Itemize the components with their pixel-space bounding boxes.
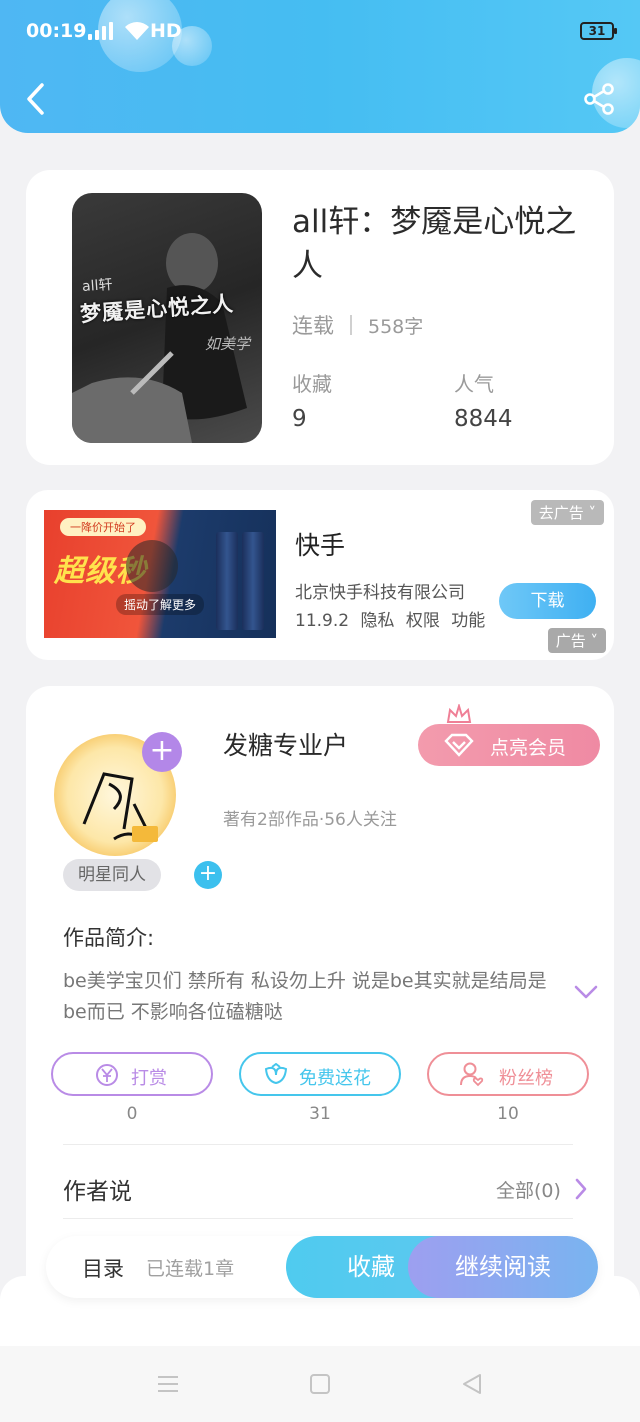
ad-image-shake: 摇动了解更多 xyxy=(116,594,205,615)
author-says-label: 作者说 xyxy=(63,1179,132,1205)
crown-icon xyxy=(446,704,472,723)
ad-card[interactable]: 一降价开始了 超级秒 摇动了解更多 快手 北京快手科技有限公司 11.9.2 隐… xyxy=(26,490,614,660)
bottom-action-bar: 目录 已连载1章 收藏 继续阅读 xyxy=(46,1236,598,1298)
vip-label: 点亮会员 xyxy=(490,737,567,759)
remove-ad-label: 去广告 xyxy=(538,504,584,522)
intro-text: be美学宝贝们 禁所有 私设勿上升 说是be其实就是结局是be而已 不影响各位磕… xyxy=(63,970,547,1023)
status-time: 00:19 xyxy=(26,20,87,42)
home-icon[interactable] xyxy=(308,1372,332,1396)
all-comments-link[interactable]: 全部(0) xyxy=(496,1176,561,1203)
cover-signature: 如美学 xyxy=(204,335,250,353)
product-image xyxy=(242,532,264,630)
vip-button[interactable]: 点亮会员 xyxy=(418,724,600,766)
toc-button[interactable]: 目录 xyxy=(82,1253,124,1283)
ad-image[interactable]: 一降价开始了 超级秒 摇动了解更多 xyxy=(44,510,276,638)
follow-plus-icon[interactable]: + xyxy=(142,732,182,772)
ad-image-pill: 一降价开始了 xyxy=(60,518,146,536)
book-meta: 连载 558字 xyxy=(292,310,423,340)
flower-count: 31 xyxy=(309,1104,331,1124)
remove-ad-button[interactable]: 去广告 ˅ xyxy=(530,500,604,525)
flower-icon xyxy=(264,1063,288,1085)
popularity-count: 8844 xyxy=(454,406,513,432)
header: 00:19 HD 31 xyxy=(0,0,640,133)
system-nav-bar xyxy=(0,1346,640,1422)
add-tag-plus-icon[interactable]: + xyxy=(194,861,222,889)
author-card: + 发糖专业户 著有2部作品·56人关注 点亮会员 明星同人 + 作品简介: b… xyxy=(26,686,614,1306)
book-info-card: all轩 梦魇是心悦之人 如美学 all轩：梦魇是心悦之人 连载 558字 收藏… xyxy=(26,170,614,465)
fan-count: 10 xyxy=(497,1104,519,1124)
meta-divider xyxy=(350,315,352,335)
product-image xyxy=(216,532,238,630)
chapter-count[interactable]: 已连载1章 xyxy=(146,1254,234,1281)
chevron-down-icon[interactable] xyxy=(574,984,598,1000)
genre-tag[interactable]: 明星同人 xyxy=(63,859,161,891)
reward-button[interactable]: 打赏 xyxy=(51,1052,213,1096)
book-title: all轩：梦魇是心悦之人 xyxy=(292,204,577,284)
popularity-label: 人气 xyxy=(454,372,494,396)
favorites-label: 收藏 xyxy=(292,372,332,396)
menu-icon[interactable] xyxy=(156,1372,180,1396)
reward-count: 0 xyxy=(126,1104,138,1124)
divider xyxy=(63,1144,573,1145)
send-flower-label: 免费送花 xyxy=(299,1068,371,1089)
author-stats: 著有2部作品·56人关注 xyxy=(223,810,397,830)
favorites-count: 9 xyxy=(292,406,307,432)
back-icon[interactable] xyxy=(22,82,52,116)
play-icon xyxy=(126,540,178,592)
ad-company: 北京快手科技有限公司 xyxy=(295,583,465,603)
diamond-icon xyxy=(444,733,474,757)
ad-app-name: 快手 xyxy=(295,531,346,560)
author-name[interactable]: 发糖专业户 xyxy=(223,726,348,762)
chevron-right-icon[interactable] xyxy=(574,1178,588,1200)
fan-ranking-button[interactable]: 粉丝榜 xyxy=(427,1052,589,1096)
book-cover[interactable]: all轩 梦魇是心悦之人 如美学 xyxy=(72,193,262,443)
download-button[interactable]: 下载 xyxy=(499,583,596,619)
nav-back-icon[interactable] xyxy=(460,1372,484,1396)
battery-icon: 31 xyxy=(580,22,617,40)
book-word-count: 558字 xyxy=(368,315,424,338)
ad-info[interactable]: 11.9.2 隐私 权限 功能 xyxy=(295,606,485,631)
fan-icon xyxy=(460,1062,484,1087)
reward-label: 打赏 xyxy=(131,1068,167,1089)
cover-prefix: all轩 xyxy=(81,276,113,296)
intro-label: 作品简介: xyxy=(63,926,155,950)
share-icon[interactable] xyxy=(582,82,616,116)
send-flower-button[interactable]: 免费送花 xyxy=(239,1052,401,1096)
yen-icon xyxy=(96,1064,118,1086)
ad-label: 广告 xyxy=(555,632,586,650)
hd-label: HD xyxy=(150,20,182,42)
ad-label-badge[interactable]: 广告 ˅ xyxy=(547,628,606,653)
book-status: 连载 xyxy=(292,314,334,338)
divider xyxy=(63,1218,573,1219)
continue-reading-button[interactable]: 继续阅读 xyxy=(408,1236,598,1298)
signal-icon xyxy=(88,22,113,40)
fan-ranking-label: 粉丝榜 xyxy=(499,1068,553,1089)
wifi-icon xyxy=(125,22,149,40)
status-bar: 00:19 HD 31 xyxy=(26,18,617,48)
